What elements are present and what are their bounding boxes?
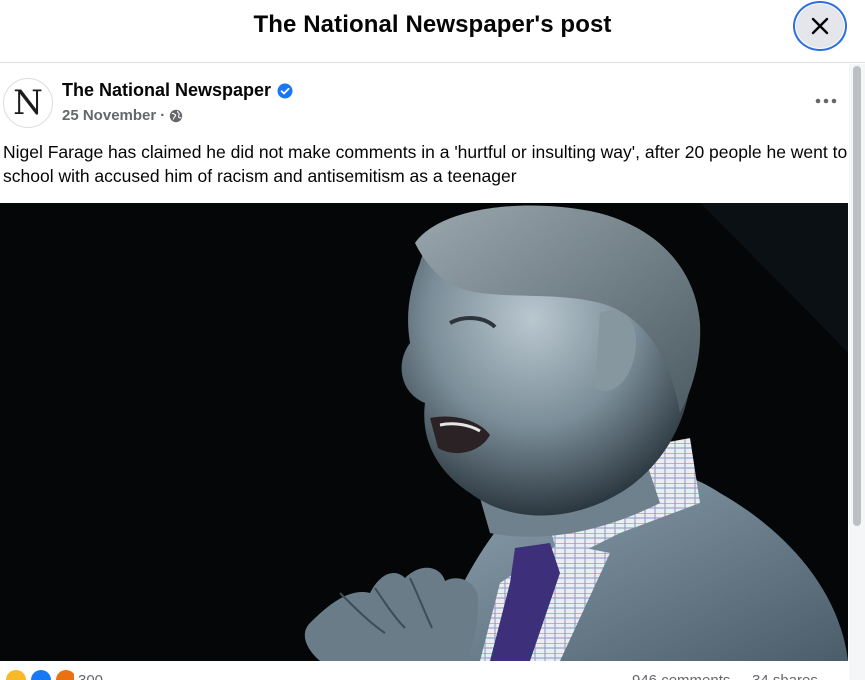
verified-badge-icon [277, 83, 293, 98]
close-icon [811, 17, 829, 35]
meta-separator: · [160, 107, 166, 124]
reaction-icons[interactable] [4, 668, 74, 680]
page-avatar[interactable]: N [3, 78, 53, 128]
dialog-title: The National Newspaper's post [253, 11, 612, 38]
post-meta: 25 November · [62, 107, 183, 124]
globe-icon[interactable] [169, 109, 183, 123]
post-photo[interactable] [0, 203, 848, 661]
photo-illustration [0, 203, 848, 661]
shares-count[interactable]: 34 shares [752, 672, 818, 680]
like-reaction-icon [31, 670, 51, 680]
post-date[interactable]: 25 November [62, 107, 156, 124]
haha-reaction-icon [6, 670, 26, 680]
reactions-bar: 300 946 comments 34 shares [0, 668, 848, 680]
close-button[interactable] [793, 1, 847, 51]
page-name-row: The National Newspaper [62, 80, 293, 101]
avatar-letter: N [13, 83, 43, 123]
comments-count[interactable]: 946 comments [632, 672, 730, 680]
reaction-count[interactable]: 300 [78, 672, 103, 680]
more-options-icon [815, 98, 837, 104]
page-name-link[interactable]: The National Newspaper [62, 80, 271, 101]
dialog-header: The National Newspaper's post [0, 0, 865, 63]
angry-reaction-icon [56, 670, 74, 680]
scrollbar-thumb[interactable] [853, 66, 861, 526]
post-text: Nigel Farage has claimed he did not make… [3, 142, 848, 186]
more-options-button[interactable] [808, 86, 844, 116]
